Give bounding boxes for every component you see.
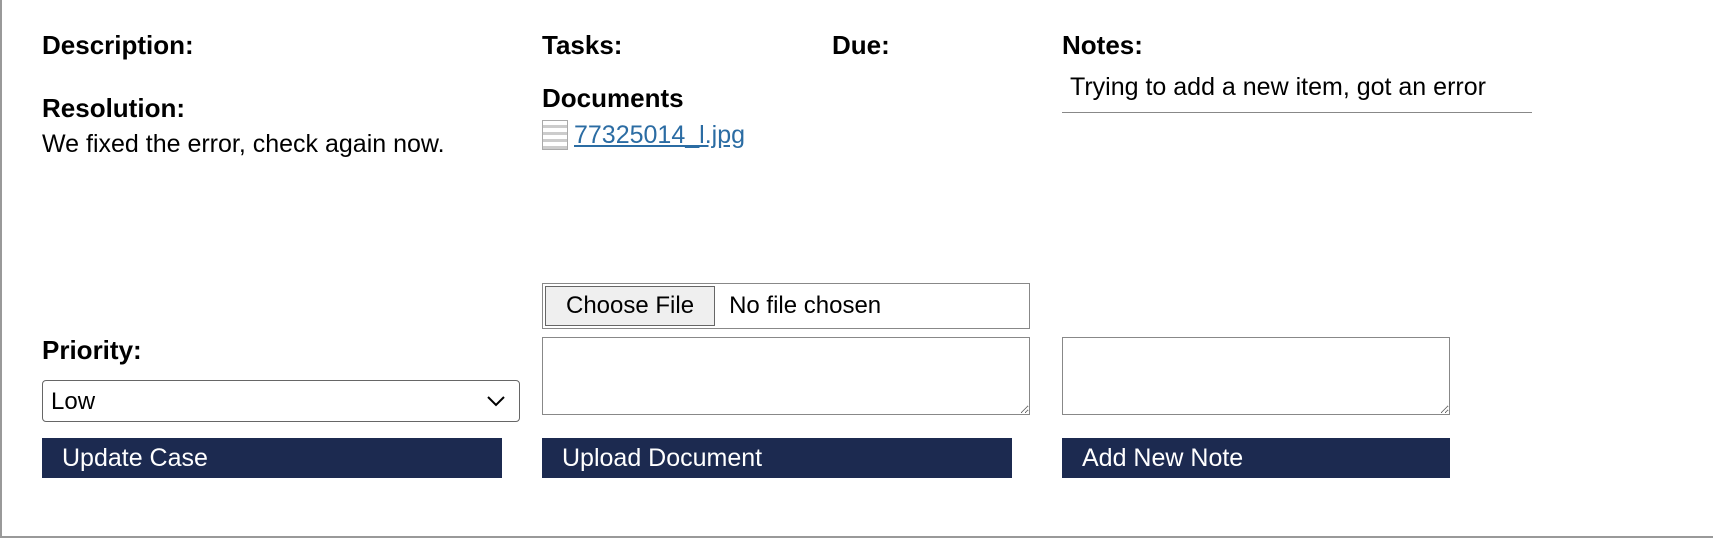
document-row: 77325014_l.jpg [542, 120, 1062, 150]
upload-document-button[interactable]: Upload Document [542, 438, 1012, 478]
document-description-textarea[interactable] [542, 337, 1030, 415]
resolution-label: Resolution: [42, 93, 542, 124]
notes-label: Notes: [1062, 30, 1532, 61]
file-status-text: No file chosen [717, 284, 881, 328]
new-note-textarea[interactable] [1062, 337, 1450, 415]
priority-label: Priority: [42, 335, 542, 366]
tasks-label: Tasks: [542, 30, 832, 61]
case-panel: Description: Resolution: We fixed the er… [0, 0, 1713, 538]
due-label: Due: [832, 30, 890, 61]
document-icon [542, 120, 568, 150]
documents-label: Documents [542, 83, 1062, 114]
add-note-button[interactable]: Add New Note [1062, 438, 1450, 478]
description-label: Description: [42, 30, 542, 61]
document-link[interactable]: 77325014_l.jpg [574, 121, 745, 150]
update-case-button[interactable]: Update Case [42, 438, 502, 478]
column-right: Notes: Trying to add a new item, got an … [1062, 30, 1532, 478]
note-entry: Trying to add a new item, got an error [1062, 67, 1532, 113]
choose-file-button[interactable]: Choose File [545, 286, 715, 326]
column-middle: Tasks: Due: Documents 77325014_l.jpg Cho… [542, 30, 1062, 478]
file-input[interactable]: Choose File No file chosen [542, 283, 1030, 329]
resolution-text: We fixed the error, check again now. [42, 130, 542, 159]
column-left: Description: Resolution: We fixed the er… [42, 30, 542, 478]
priority-select[interactable]: Low [42, 380, 520, 422]
